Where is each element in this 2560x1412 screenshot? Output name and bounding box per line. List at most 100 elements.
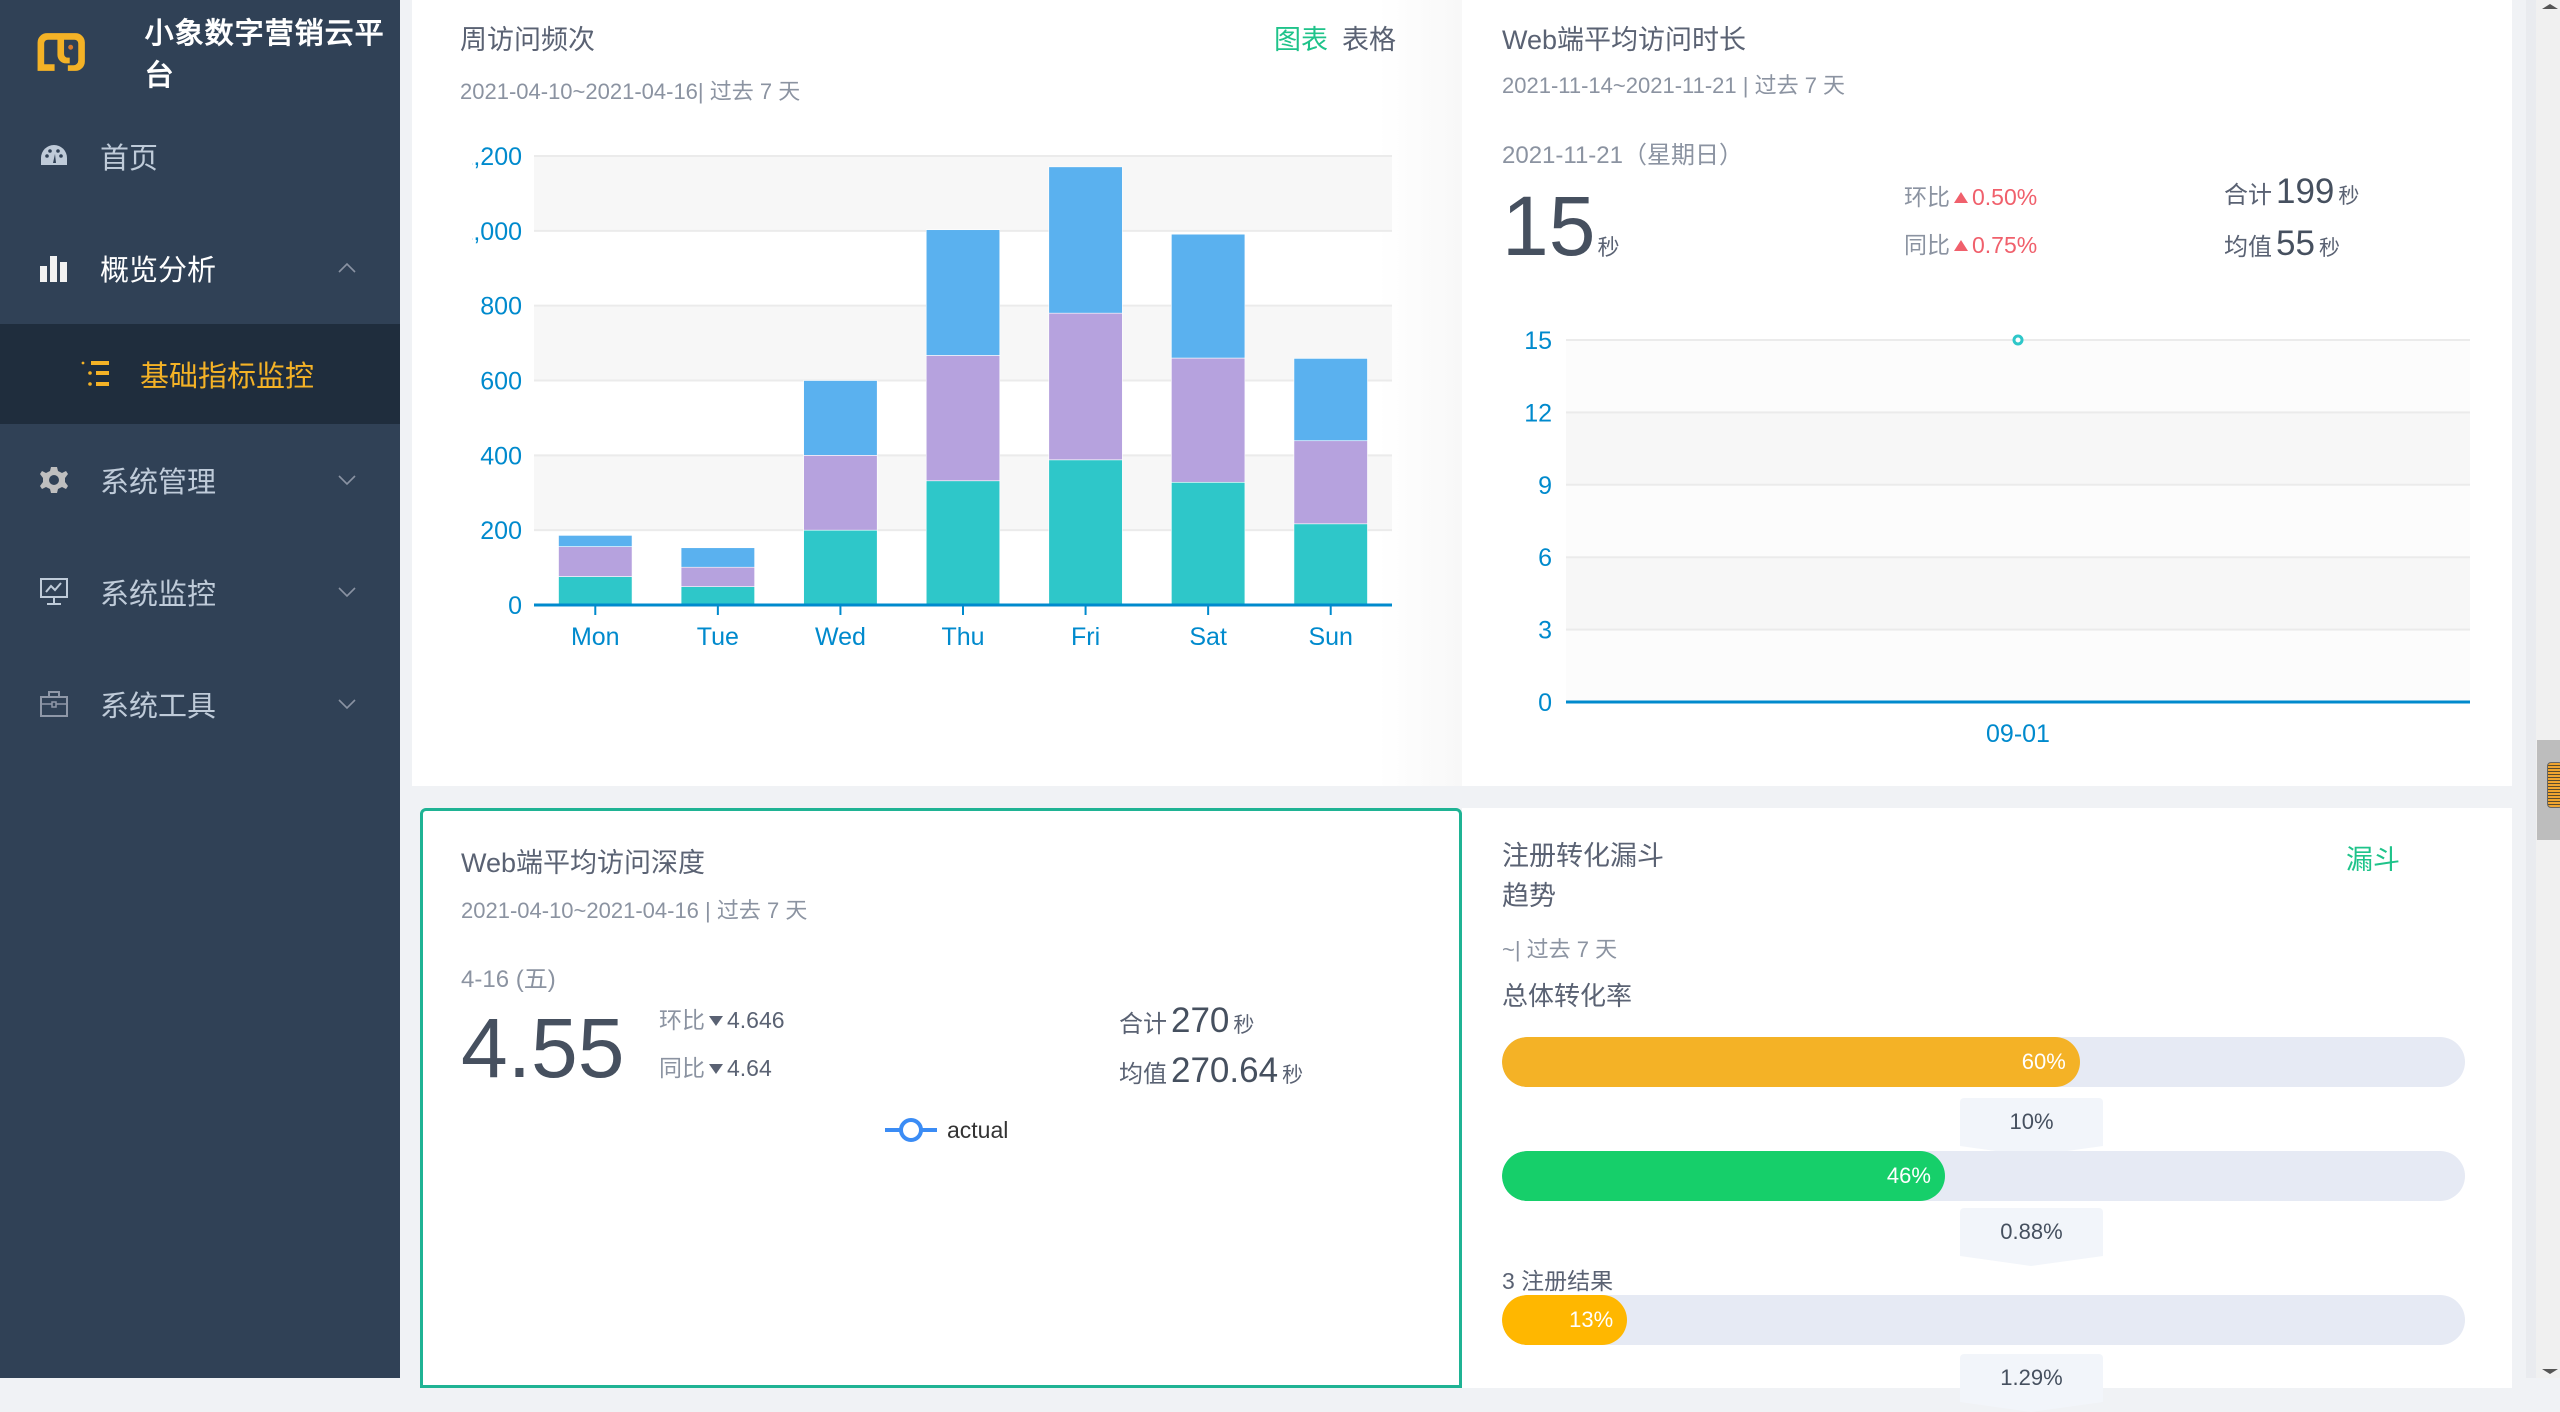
x-tick-label: Fri (1071, 623, 1100, 651)
title-line-1: 注册转化漏斗 (1502, 841, 1664, 871)
monitor-icon (38, 576, 70, 608)
sidebar: 小象数字营销云平台 首页 概览分析 基础指标监控 系统管理 系统监控 系统工具 (0, 0, 400, 1378)
bar-chart-icon (38, 252, 70, 284)
funnel-step-bar[interactable]: 60% (1502, 1037, 2465, 1087)
view-toggle: 图表 表格 (1274, 18, 1396, 57)
total-unit: 秒 (1233, 1014, 1255, 1037)
funnel-step-fill: 46% (1502, 1151, 1945, 1201)
x-tick-label: Wed (815, 623, 866, 651)
average-stat: 均值 270.64 秒 (1119, 1051, 1303, 1091)
duration-number: 15 (1502, 179, 1596, 273)
x-tick-label: Tue (697, 623, 739, 651)
y-tick-label: 6 (1538, 544, 1552, 572)
total-label: 合计 (2224, 182, 2272, 209)
sidebar-item-system-management[interactable]: 系统管理 (0, 424, 400, 536)
funnel-step-label: 3 注册结果 (1502, 1268, 1614, 1294)
card-title: 周访问频次 (460, 25, 595, 55)
sidebar-item-system-monitor[interactable]: 系统监控 (0, 536, 400, 648)
total-unit: 秒 (2338, 185, 2360, 208)
x-tick-label: Thu (941, 623, 984, 651)
bar-segment (925, 229, 1001, 356)
funnel-step-bar[interactable]: 46% (1502, 1151, 2465, 1201)
visit-duration-line-chart: 0 3 6 9 12 15 09-01 (1524, 327, 2470, 748)
funnel-step-bar[interactable]: 13% (1502, 1295, 2465, 1345)
sidebar-item-basic-metrics[interactable]: 基础指标监控 (0, 324, 400, 424)
bar-segment (558, 535, 633, 547)
chevron-down-icon (338, 699, 356, 710)
mom-comparison: 环比 4.646 (659, 1001, 785, 1035)
data-point (2012, 334, 2024, 346)
funnel-rate-badge: 1.29% (1960, 1354, 2103, 1412)
sidebar-item-home[interactable]: 首页 (0, 100, 400, 212)
yoy-comparison: 同比 0.75% (1904, 226, 2037, 260)
bar-segment (925, 480, 1001, 606)
y-tick-label: 15 (1524, 327, 1552, 355)
x-tick-label: Sun (1308, 623, 1352, 651)
bar-segment (558, 576, 633, 606)
yoy-value: 0.75% (1972, 232, 2038, 258)
avg-label: 均值 (1119, 1061, 1167, 1088)
arrow-up-icon (1954, 240, 1968, 251)
logo[interactable]: 小象数字营销云平台 (30, 18, 400, 92)
scroll-down-icon[interactable] (2542, 1369, 2558, 1374)
registration-funnel-card: 注册转化漏斗 趋势 漏斗 ~| 过去 7 天 总体转化率 60% 10% 46% … (1462, 808, 2512, 1412)
mom-value: 0.50% (1972, 184, 2038, 210)
y-tick-label: 1,000 (472, 218, 522, 246)
depth-value: 4.55 (461, 1001, 625, 1095)
visit-duration-card: Web端平均访问时长 2021-11-14~2021-11-21 | 过去 7 … (1462, 0, 2512, 786)
duration-value: 15秒 (1502, 184, 1619, 268)
chevron-down-icon (338, 587, 356, 598)
weekly-visits-bar-chart: 0 200 400 600 800 1,000 1,200 Mon Tue Wed Thu Fri Sa… (472, 143, 1392, 651)
visit-depth-card[interactable]: Web端平均访问深度 2021-04-10~2021-04-16 | 过去 7 … (420, 808, 1462, 1388)
bar-segment (1048, 312, 1123, 461)
chart-legend-actual[interactable]: actual (883, 1116, 1008, 1144)
current-date: 2021-11-21（星期日） (1502, 142, 1743, 169)
funnel-rate-badge: 0.88% (1960, 1208, 2103, 1266)
app-title: 小象数字营销云平台 (144, 18, 385, 92)
arrow-up-icon (1954, 192, 1968, 203)
yoy-comparison: 同比 4.64 (659, 1049, 772, 1083)
overall-conversion-label: 总体转化率 (1502, 981, 1633, 1011)
bar-segment (803, 529, 878, 606)
legend-line-marker-icon (885, 1118, 937, 1142)
y-tick-label: 1,200 (472, 143, 522, 171)
bar-segment (1293, 358, 1368, 442)
bar-segment (1171, 233, 1246, 359)
y-tick-label: 0 (1538, 689, 1552, 717)
funnel-rate-badge: 10% (1960, 1098, 2103, 1156)
y-tick-label: 600 (480, 368, 522, 396)
avg-unit: 秒 (2318, 237, 2340, 260)
y-tick-label: 400 (480, 442, 522, 470)
total-value: 270 (1171, 1001, 1230, 1040)
x-tick-label: 09-01 (1986, 720, 2050, 748)
sidebar-item-overview[interactable]: 概览分析 (0, 212, 400, 324)
sidebar-menu: 首页 概览分析 基础指标监控 系统管理 系统监控 系统工具 (0, 100, 400, 760)
y-tick-label: 9 (1538, 472, 1552, 500)
card-subtitle: ~| 过去 7 天 (1502, 937, 1618, 962)
table-view-tab[interactable]: 表格 (1342, 25, 1396, 55)
page-scrollbar[interactable] (2526, 0, 2560, 1378)
y-tick-label: 0 (508, 592, 522, 620)
gear-icon (38, 464, 70, 496)
grid-band (1566, 412, 2470, 485)
average-stat: 均值 55 秒 (2224, 224, 2340, 264)
mom-value: 4.646 (727, 1007, 785, 1033)
scrollbar-thumb[interactable] (2537, 740, 2560, 840)
current-date: 4-16 (五) (461, 966, 556, 993)
sidebar-item-system-tools[interactable]: 系统工具 (0, 648, 400, 760)
arrow-down-icon (709, 1016, 723, 1026)
grid-band (1566, 484, 2470, 558)
scroll-up-icon[interactable] (2542, 4, 2558, 9)
avg-value: 55 (2276, 224, 2315, 263)
y-tick-label: 800 (480, 293, 522, 321)
grid-band (1566, 340, 2470, 413)
chart-view-tab[interactable]: 图表 (1274, 25, 1328, 55)
bar-segment (680, 547, 755, 568)
sidebar-item-label: 系统监控 (100, 579, 217, 611)
toolbox-icon (38, 688, 70, 720)
bar-segment (1293, 440, 1368, 525)
funnel-mode-tab[interactable]: 漏斗 (2346, 845, 2400, 875)
bar-segment (1293, 523, 1368, 606)
grid-band (1566, 629, 2470, 702)
y-tick-label: 12 (1524, 399, 1552, 427)
